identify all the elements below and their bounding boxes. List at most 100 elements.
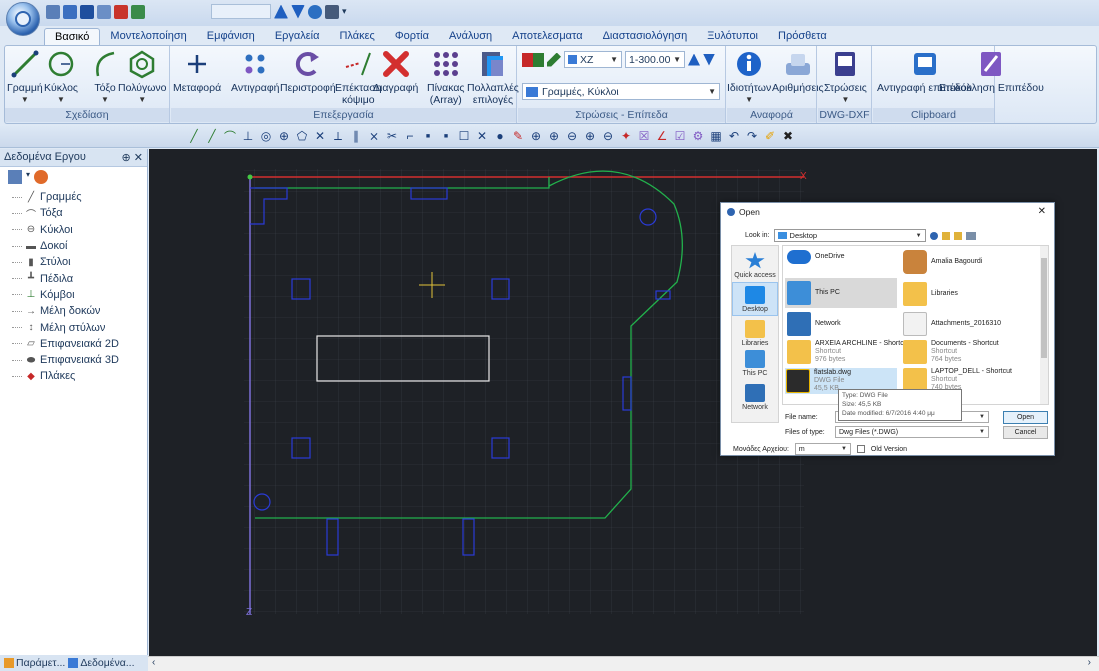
- tree-item-beam-members[interactable]: → Μέλη δοκών: [12, 303, 147, 319]
- file-list-scrollbar[interactable]: [1040, 246, 1048, 404]
- panel-pin-close[interactable]: ⊕ ✕: [122, 151, 144, 164]
- rotate-button[interactable]: Περιστροφή: [280, 49, 336, 94]
- up-arrow-icon[interactable]: [688, 53, 700, 66]
- settings-icon[interactable]: ⚙: [690, 128, 706, 144]
- node-tool-icon[interactable]: ✕: [474, 128, 490, 144]
- globe-icon[interactable]: [308, 4, 322, 19]
- file-item[interactable]: Attachments_2016310: [903, 312, 1001, 336]
- tab-formwork[interactable]: Ξυλότυποι: [697, 28, 768, 46]
- snap-center-icon[interactable]: ⊕: [276, 128, 292, 144]
- cross-tool-icon[interactable]: ⨯: [366, 128, 382, 144]
- undo-icon[interactable]: ↶: [726, 128, 742, 144]
- down-arrow-icon[interactable]: [291, 4, 305, 19]
- file-type-select[interactable]: Dwg Files (*.DWG) ▼: [835, 426, 989, 438]
- building-icon[interactable]: [97, 4, 111, 19]
- file-item[interactable]: This PC: [785, 278, 897, 308]
- tab-loads[interactable]: Φορτία: [385, 28, 439, 46]
- save-icon[interactable]: [80, 4, 94, 19]
- arc-tool-icon[interactable]: ⌒: [222, 128, 238, 144]
- copy-button[interactable]: Αντιγραφή: [231, 49, 280, 94]
- layer-combo[interactable]: Γραμμές, Κύκλοι ▼: [522, 83, 720, 100]
- tree-item-arcs[interactable]: ⌒ Τόξα: [12, 205, 147, 221]
- brush-icon[interactable]: ✐: [762, 128, 778, 144]
- dropdown-arrow-icon[interactable]: ▾: [26, 170, 30, 186]
- tree-item-footings[interactable]: ┻ Πέδιλα: [12, 270, 147, 286]
- cancel-button[interactable]: Cancel: [1003, 426, 1048, 439]
- scroll-left-icon[interactable]: ‹: [152, 657, 155, 668]
- circle-tool-icon[interactable]: ◎: [258, 128, 274, 144]
- tree-item-surface-3d[interactable]: ⬬ Επιφανειακά 3D: [12, 352, 147, 368]
- abs-tool-icon[interactable]: ■: [420, 128, 436, 144]
- app-menu-button[interactable]: [6, 2, 40, 36]
- polyline-tool-icon[interactable]: ╱: [204, 128, 220, 144]
- multi-select-button[interactable]: Πολλαπλές επιλογές: [467, 49, 519, 106]
- qat-customize-icon[interactable]: ▾: [342, 6, 347, 17]
- file-item[interactable]: Libraries: [903, 282, 958, 306]
- place-desktop[interactable]: Desktop: [732, 282, 778, 316]
- up-arrow-icon[interactable]: [274, 4, 288, 19]
- tab-view[interactable]: Εμφάνιση: [197, 28, 265, 46]
- scroll-thumb[interactable]: [1041, 258, 1047, 358]
- tree-item-nodes[interactable]: ⊥ Κόμβοι: [12, 287, 147, 303]
- network-icon[interactable]: [131, 4, 145, 19]
- midpoint-tool-icon[interactable]: ⟂: [330, 128, 346, 144]
- tree-item-columns[interactable]: ▮ Στύλοι: [12, 254, 147, 270]
- dwg-layers-button[interactable]: Στρώσεις ▼: [824, 49, 867, 106]
- paste-level-button[interactable]: Επικόλληση Επιπέδου: [939, 49, 1044, 94]
- open-button[interactable]: Open: [1003, 411, 1048, 424]
- scale-combo[interactable]: 1-300.00 ▼: [625, 51, 685, 68]
- move-button[interactable]: Μεταφορά: [173, 49, 221, 94]
- qat-combo[interactable]: [211, 4, 271, 19]
- zoom-prev-icon[interactable]: ⊖: [564, 128, 580, 144]
- circle-button[interactable]: Κύκλος ▼: [44, 49, 78, 106]
- app-icon[interactable]: [46, 4, 60, 19]
- parallel-tool-icon[interactable]: ∥: [348, 128, 364, 144]
- file-item[interactable]: Amalia Bagourdi: [903, 250, 982, 274]
- intersect-tool-icon[interactable]: ✕: [312, 128, 328, 144]
- pan-tool-icon[interactable]: ●: [492, 128, 508, 144]
- view-box-icon[interactable]: ☒: [636, 128, 652, 144]
- new-folder-icon[interactable]: [953, 231, 962, 240]
- select-box-icon[interactable]: ☐: [456, 128, 472, 144]
- view-check-icon[interactable]: ☑: [672, 128, 688, 144]
- close-tool-icon[interactable]: ✖: [780, 128, 796, 144]
- tree-item-surface-2d[interactable]: ▱ Επιφανειακά 2D: [12, 336, 147, 352]
- scroll-right-icon[interactable]: ›: [1088, 657, 1091, 668]
- tree-item-circles[interactable]: ⊖ Κύκλοι: [12, 222, 147, 238]
- arrow-icon[interactable]: [114, 4, 128, 19]
- arc-button[interactable]: Τόξο ▼: [90, 49, 120, 106]
- tree-item-beams[interactable]: ▬ Δοκοί: [12, 238, 147, 254]
- zoom-window-icon[interactable]: ⊕: [546, 128, 562, 144]
- file-item[interactable]: Documents - Shortcut Shortcut 764 bytes: [903, 340, 999, 364]
- tab-modeling[interactable]: Μοντελοποίηση: [100, 28, 196, 46]
- tab-analysis[interactable]: Ανάλυση: [439, 28, 502, 46]
- look-in-combo[interactable]: Desktop ▼: [773, 229, 926, 242]
- horizontal-scrollbar[interactable]: ‹ ›: [148, 656, 1099, 671]
- palette-icon[interactable]: ✦: [618, 128, 634, 144]
- angle-icon[interactable]: ∠: [654, 128, 670, 144]
- trim-tool-icon[interactable]: ✂: [384, 128, 400, 144]
- line-button[interactable]: Γραμμή ▼: [7, 49, 43, 106]
- tree-item-lines[interactable]: ╱ Γραμμές: [12, 189, 147, 205]
- tab-slabs[interactable]: Πλάκες: [329, 28, 384, 46]
- tab-data[interactable]: Δεδομένα...: [68, 655, 135, 671]
- perpendicular-tool-icon[interactable]: ⊥: [240, 128, 256, 144]
- delete-button[interactable]: Διαγραφή: [373, 49, 418, 94]
- view-menu-icon[interactable]: [965, 231, 976, 240]
- tab-results[interactable]: Αποτελεσματα: [502, 28, 592, 46]
- tab-tools[interactable]: Εργαλεία: [265, 28, 330, 46]
- plane-combo[interactable]: XZ ▼: [564, 51, 622, 68]
- zoom-in-icon[interactable]: ⊕: [528, 128, 544, 144]
- redo-icon[interactable]: ↷: [744, 128, 760, 144]
- corner-tool-icon[interactable]: ⌐: [402, 128, 418, 144]
- calculator-icon[interactable]: ▦: [708, 128, 724, 144]
- tree-item-slabs[interactable]: ◆ Πλάκες: [12, 368, 147, 384]
- polygon-tool-icon[interactable]: ⬠: [294, 128, 310, 144]
- zoom-out-icon[interactable]: ⊖: [600, 128, 616, 144]
- place-network[interactable]: Network: [732, 384, 778, 411]
- place-this-pc[interactable]: This PC: [732, 350, 778, 377]
- tab-basic[interactable]: Βασικό: [44, 28, 101, 46]
- up-folder-icon[interactable]: [941, 231, 950, 240]
- tree-item-column-members[interactable]: ↕ Μέλη στύλων: [12, 319, 147, 335]
- numbering-button[interactable]: Αριθμήσεις: [772, 49, 824, 94]
